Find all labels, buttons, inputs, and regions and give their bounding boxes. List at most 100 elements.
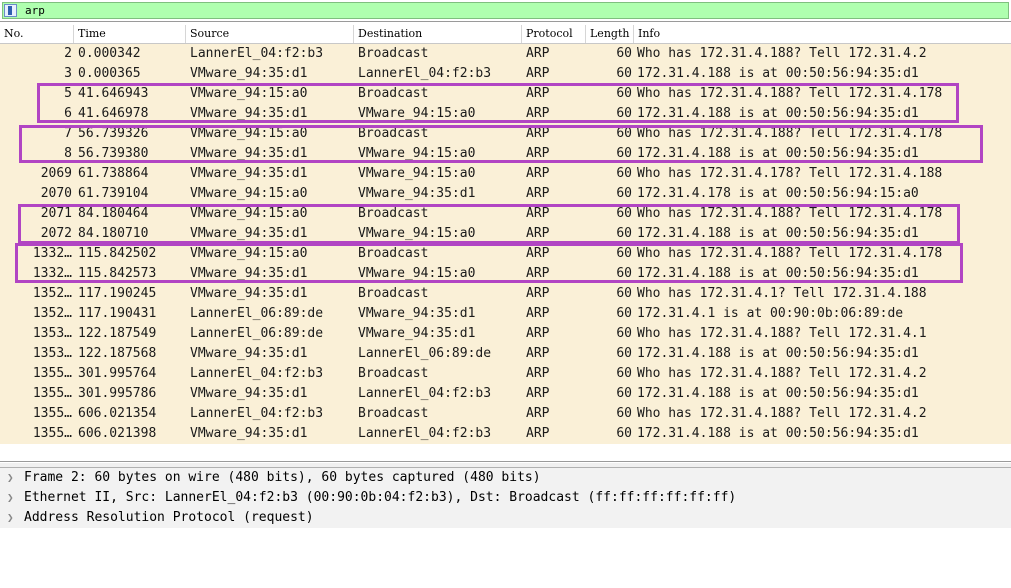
column-header-no[interactable]: No. — [0, 25, 74, 43]
packet-length: 60 — [616, 246, 632, 261]
packet-row[interactable]: 2071 84.180464 VMware_94:15:a0 Broadcast ARP… — [0, 204, 1011, 224]
bookmark-icon[interactable] — [4, 4, 17, 17]
packet-info: Who has 172.31.4.188? Tell 172.31.4.2 — [637, 366, 927, 381]
packet-time: 117.190431 — [78, 306, 157, 321]
packet-source: VMware_94:35:d1 — [190, 286, 308, 301]
packet-destination: VMware_94:35:d1 — [358, 306, 476, 321]
chevron-right-icon[interactable]: ❯ — [7, 468, 14, 488]
packet-destination: LannerEl_04:f2:b3 — [358, 386, 492, 401]
packet-info: Who has 172.31.4.188? Tell 172.31.4.178 — [637, 126, 943, 141]
packet-time: 122.187568 — [78, 346, 157, 361]
detail-text: Address Resolution Protocol (request) — [24, 510, 314, 525]
packet-length: 60 — [616, 266, 632, 281]
packet-number: 3 — [64, 66, 72, 81]
detail-text: Frame 2: 60 bytes on wire (480 bits), 60… — [24, 470, 541, 485]
packet-row[interactable]: 1355… 301.995764 LannerEl_04:f2:b3 Broadcas… — [0, 364, 1011, 384]
packet-row[interactable]: 5 41.646943 VMware_94:15:a0 Broadcast ARP 60 W… — [0, 84, 1011, 104]
packet-destination: VMware_94:15:a0 — [358, 166, 476, 181]
packet-number: 2069 — [40, 166, 72, 181]
packet-length: 60 — [616, 166, 632, 181]
packet-source: VMware_94:35:d1 — [190, 166, 308, 181]
packet-time: 84.180464 — [78, 206, 149, 221]
packet-row[interactable]: 1355… 606.021354 LannerEl_04:f2:b3 Broadcas… — [0, 404, 1011, 424]
detail-tree-item[interactable]: ❯ Ethernet II, Src: LannerEl_04:f2:b3 (00… — [0, 488, 1011, 508]
packet-destination: VMware_94:15:a0 — [358, 146, 476, 161]
packet-source: VMware_94:35:d1 — [190, 426, 308, 441]
detail-tree-item[interactable]: ❯ Frame 2: 60 bytes on wire (480 bits), 6… — [0, 468, 1011, 488]
packet-protocol: ARP — [526, 286, 550, 301]
packet-destination: Broadcast — [358, 286, 429, 301]
column-header-length[interactable]: Length — [586, 25, 634, 43]
packet-info: Who has 172.31.4.188? Tell 172.31.4.178 — [637, 246, 943, 261]
packet-protocol: ARP — [526, 426, 550, 441]
packet-info: 172.31.4.188 is at 00:50:56:94:35:d1 — [637, 146, 919, 161]
packet-time: 606.021398 — [78, 426, 157, 441]
packet-row[interactable]: 1355… 301.995786 VMware_94:35:d1 LannerEl_0… — [0, 384, 1011, 404]
packet-number: 8 — [64, 146, 72, 161]
packet-row[interactable]: 1352… 117.190431 LannerEl_06:89:de VMware_9… — [0, 304, 1011, 324]
packet-info: 172.31.4.188 is at 00:50:56:94:35:d1 — [637, 266, 919, 281]
packet-source: LannerEl_04:f2:b3 — [190, 406, 324, 421]
column-header-destination[interactable]: Destination — [354, 25, 522, 43]
packet-protocol: ARP — [526, 366, 550, 381]
packet-destination: Broadcast — [358, 46, 429, 61]
packet-source: VMware_94:15:a0 — [190, 86, 308, 101]
packet-length: 60 — [616, 206, 632, 221]
packet-number: 1355… — [32, 406, 72, 421]
column-header-info[interactable]: Info — [634, 25, 1011, 43]
packet-protocol: ARP — [526, 126, 550, 141]
packet-info: 172.31.4.188 is at 00:50:56:94:35:d1 — [637, 106, 919, 121]
packet-info: Who has 172.31.4.188? Tell 172.31.4.178 — [637, 206, 943, 221]
packet-number: 1355… — [32, 366, 72, 381]
packet-row[interactable]: 2 0.000342 LannerEl_04:f2:b3 Broadcast ARP 60… — [0, 44, 1011, 64]
packet-row[interactable]: 7 56.739326 VMware_94:15:a0 Broadcast ARP 60 W… — [0, 124, 1011, 144]
packet-number: 1352… — [32, 286, 72, 301]
packet-source: LannerEl_06:89:de — [190, 326, 324, 341]
packet-row[interactable]: 8 56.739380 VMware_94:35:d1 VMware_94:15:a0… — [0, 144, 1011, 164]
packet-number: 2072 — [40, 226, 72, 241]
packet-row[interactable]: 1353… 122.187568 VMware_94:35:d1 LannerEl_0… — [0, 344, 1011, 364]
packet-row[interactable]: 2070 61.739104 VMware_94:15:a0 VMware_94:35… — [0, 184, 1011, 204]
packet-row[interactable]: 2072 84.180710 VMware_94:35:d1 VMware_94:15… — [0, 224, 1011, 244]
packet-time: 41.646943 — [78, 86, 149, 101]
packet-source: VMware_94:15:a0 — [190, 206, 308, 221]
packet-info: Who has 172.31.4.188? Tell 172.31.4.1 — [637, 326, 927, 341]
packet-row[interactable]: 1353… 122.187549 LannerEl_06:89:de VMware_9… — [0, 324, 1011, 344]
detail-tree-item[interactable]: ❯ Address Resolution Protocol (request) — [0, 508, 1011, 528]
packet-destination: VMware_94:35:d1 — [358, 186, 476, 201]
packet-protocol: ARP — [526, 346, 550, 361]
packet-number: 1332… — [32, 266, 72, 281]
packet-row[interactable]: 1332… 115.842573 VMware_94:35:d1 VMware_94:… — [0, 264, 1011, 284]
packet-time: 61.739104 — [78, 186, 149, 201]
packet-destination: VMware_94:35:d1 — [358, 326, 476, 341]
packet-row[interactable]: 6 41.646978 VMware_94:35:d1 VMware_94:15:a0… — [0, 104, 1011, 124]
packet-length: 60 — [616, 366, 632, 381]
packet-destination: VMware_94:15:a0 — [358, 266, 476, 281]
packet-details-pane: ❯ Frame 2: 60 bytes on wire (480 bits), 6… — [0, 468, 1011, 588]
packet-row[interactable]: 2069 61.738864 VMware_94:35:d1 VMware_94:15… — [0, 164, 1011, 184]
column-header-protocol[interactable]: Protocol — [522, 25, 586, 43]
packet-source: VMware_94:35:d1 — [190, 146, 308, 161]
packet-length: 60 — [616, 106, 632, 121]
column-header-source[interactable]: Source — [186, 25, 354, 43]
packet-number: 1352… — [32, 306, 72, 321]
packet-time: 56.739380 — [78, 146, 149, 161]
packet-info: 172.31.4.188 is at 00:50:56:94:35:d1 — [637, 426, 919, 441]
display-filter-input[interactable]: arp — [2, 2, 1009, 19]
packet-destination: Broadcast — [358, 246, 429, 261]
chevron-right-icon[interactable]: ❯ — [7, 488, 14, 508]
packet-protocol: ARP — [526, 386, 550, 401]
chevron-right-icon[interactable]: ❯ — [7, 508, 14, 528]
packet-source: VMware_94:15:a0 — [190, 246, 308, 261]
packet-info: 172.31.4.188 is at 00:50:56:94:35:d1 — [637, 66, 919, 81]
packet-time: 84.180710 — [78, 226, 149, 241]
packet-row[interactable]: 1332… 115.842502 VMware_94:15:a0 Broadcast A… — [0, 244, 1011, 264]
packet-time: 61.738864 — [78, 166, 149, 181]
packet-row[interactable]: 1352… 117.190245 VMware_94:35:d1 Broadcast A… — [0, 284, 1011, 304]
column-header-time[interactable]: Time — [74, 25, 186, 43]
packet-row[interactable]: 1355… 606.021398 VMware_94:35:d1 LannerEl_0… — [0, 424, 1011, 444]
display-filter-text[interactable]: arp — [25, 3, 45, 18]
packet-row[interactable]: 3 0.000365 VMware_94:35:d1 LannerEl_04:f2:b… — [0, 64, 1011, 84]
packet-destination: VMware_94:15:a0 — [358, 106, 476, 121]
packet-source: VMware_94:15:a0 — [190, 186, 308, 201]
